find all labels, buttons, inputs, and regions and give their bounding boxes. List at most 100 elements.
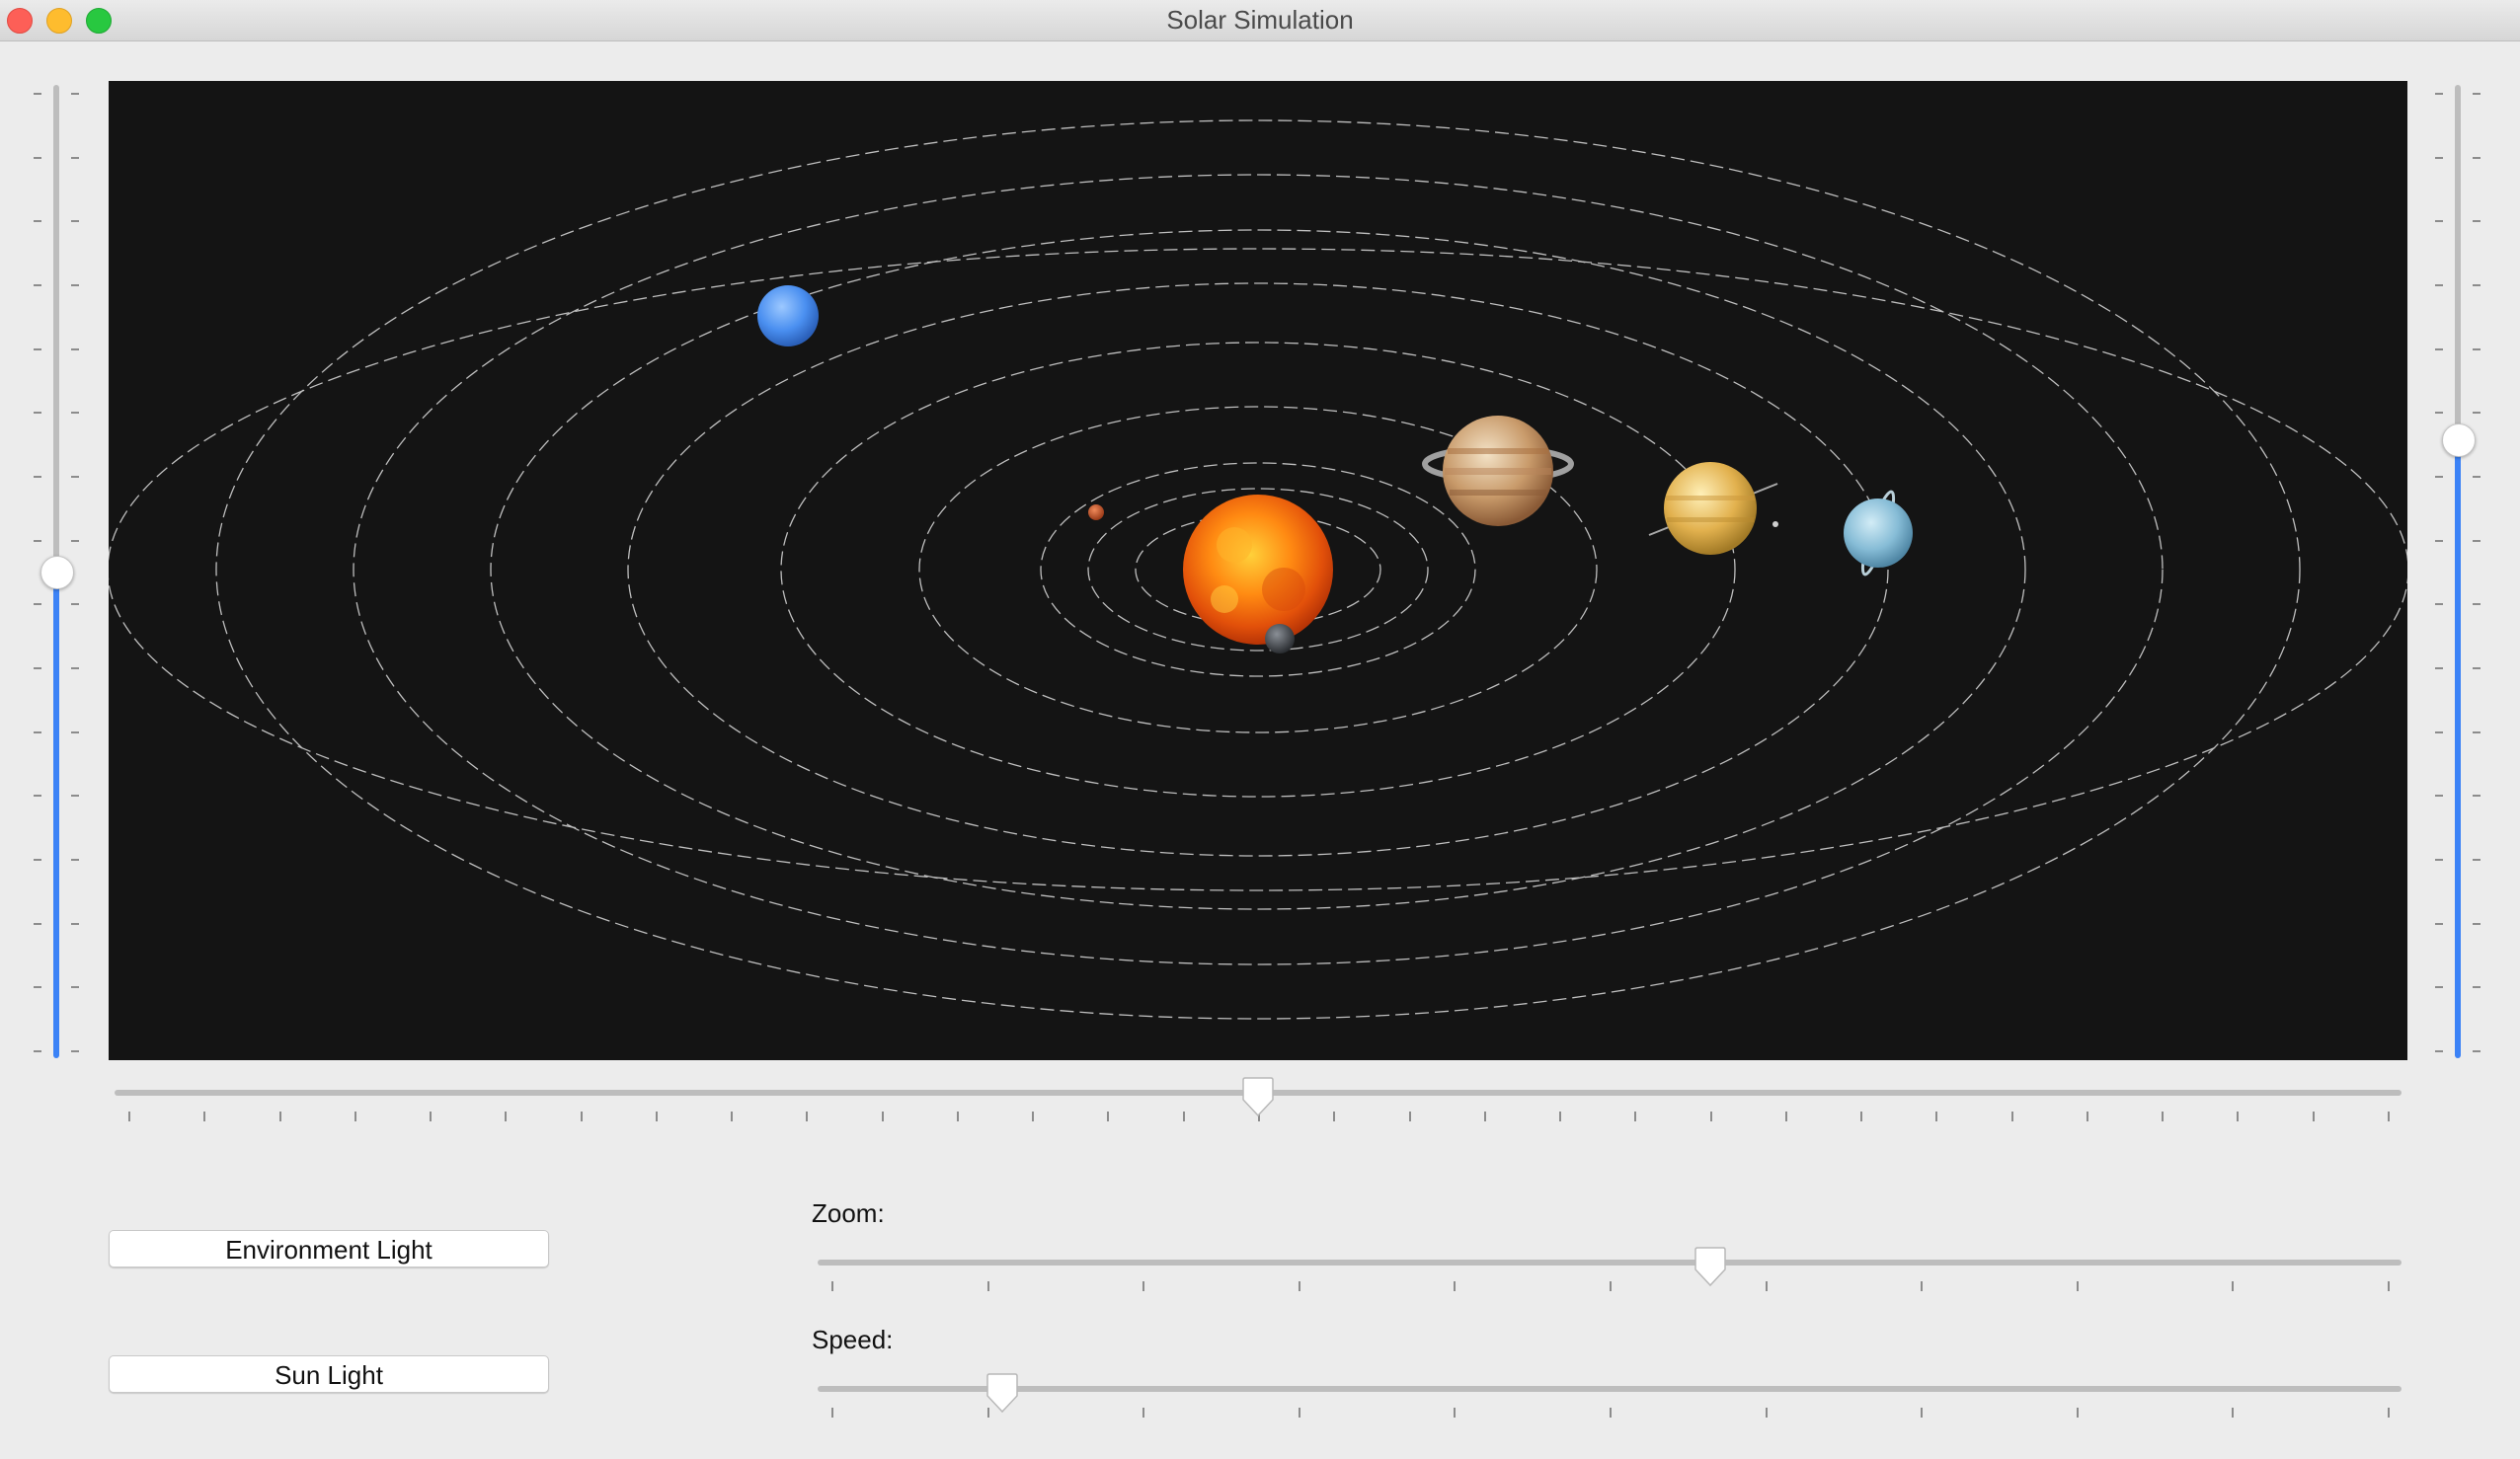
slider-track [2455,85,2461,439]
slider-tick [1484,1112,1486,1121]
slider-tick [656,1112,658,1121]
slider-tick [2435,731,2443,733]
sun-light-button[interactable]: Sun Light [109,1355,549,1393]
slider-tick [2162,1112,2164,1121]
jupiter[interactable] [1422,416,1574,526]
slider-tick [71,157,79,159]
speed-slider[interactable] [818,1364,2402,1423]
slider-fill [2455,439,2461,1058]
solar-system-scene [109,119,2407,1020]
slider-tick [505,1112,507,1121]
slider-tick [71,859,79,861]
slider-tick [1766,1408,1768,1418]
slider-track [53,85,59,572]
slider-tick [2473,1050,2481,1052]
left-vertical-slider[interactable] [24,85,93,1058]
slider-tick [34,220,41,222]
slider-tick [2473,412,2481,414]
slider-tick [2435,986,2443,988]
slider-tick [2435,220,2443,222]
slider-tick [34,986,41,988]
slider-tick [2473,157,2481,159]
slider-tick [71,540,79,542]
slider-tick [2435,540,2443,542]
slider-tick [1559,1112,1561,1121]
slider-knob[interactable] [40,556,74,589]
slider-tick [2435,795,2443,797]
slider-tick [34,93,41,95]
slider-tick [34,603,41,605]
slider-tick [71,284,79,286]
slider-tick [34,859,41,861]
zoom-label: Zoom: [812,1198,885,1228]
slider-tick [71,603,79,605]
slider-tick [1333,1112,1335,1121]
slider-tick [2388,1112,2390,1121]
slider-tick [1454,1408,1456,1418]
slider-tick [2473,93,2481,95]
neptune[interactable] [757,285,819,346]
slider-tick [71,986,79,988]
slider-tick [1032,1112,1034,1121]
slider-tick [354,1112,356,1121]
slider-tick [2435,923,2443,925]
slider-tick [1610,1281,1612,1291]
slider-tick [2232,1281,2234,1291]
slider-tick [34,157,41,159]
slider-tick [2313,1112,2315,1121]
sun[interactable] [1183,495,1333,645]
slider-tick [2435,412,2443,414]
slider-tick [2473,476,2481,478]
slider-tick [2435,603,2443,605]
zoom-slider[interactable] [818,1238,2402,1297]
slider-tick [2473,348,2481,350]
slider-track [818,1386,2402,1392]
slider-tick [2473,859,2481,861]
slider-knob[interactable] [1693,1246,1727,1287]
slider-tick [2473,795,2481,797]
slider-tick [2237,1112,2239,1121]
slider-knob[interactable] [2442,423,2476,457]
slider-tick [34,476,41,478]
slider-tick [71,476,79,478]
slider-tick [2388,1408,2390,1418]
slider-tick [430,1112,432,1121]
slider-tick [2388,1281,2390,1291]
slider-tick [34,540,41,542]
slider-tick [1921,1281,1923,1291]
slider-tick [34,1050,41,1052]
slider-tick [2435,859,2443,861]
slider-tick [1921,1408,1923,1418]
slider-tick [1409,1112,1411,1121]
slider-tick [34,284,41,286]
slider-tick [1142,1408,1144,1418]
slider-tick [1766,1281,1768,1291]
slider-tick [2473,923,2481,925]
right-vertical-slider[interactable] [2425,85,2494,1058]
slider-tick [2473,220,2481,222]
environment-light-button[interactable]: Environment Light [109,1230,549,1267]
mars[interactable] [1088,504,1104,520]
solar-system-viewport[interactable] [109,81,2407,1060]
slider-tick [2473,284,2481,286]
slider-tick [2435,284,2443,286]
uranus[interactable] [1844,490,1913,577]
slider-tick [71,923,79,925]
slider-track [818,1260,2402,1266]
slider-tick [71,731,79,733]
slider-tick [2473,667,2481,669]
slider-tick [34,795,41,797]
slider-tick [2435,348,2443,350]
rotation-slider[interactable] [115,1068,2402,1127]
slider-tick [2011,1112,2013,1121]
slider-knob[interactable] [985,1372,1019,1414]
slider-tick [2435,1050,2443,1052]
small-moon [1772,521,1778,527]
slider-tick [1142,1281,1144,1291]
earth[interactable] [1265,624,1295,653]
slider-tick [831,1281,833,1291]
slider-tick [987,1281,989,1291]
saturn[interactable] [1648,462,1778,555]
slider-knob[interactable] [1241,1076,1275,1117]
slider-tick [1785,1112,1787,1121]
